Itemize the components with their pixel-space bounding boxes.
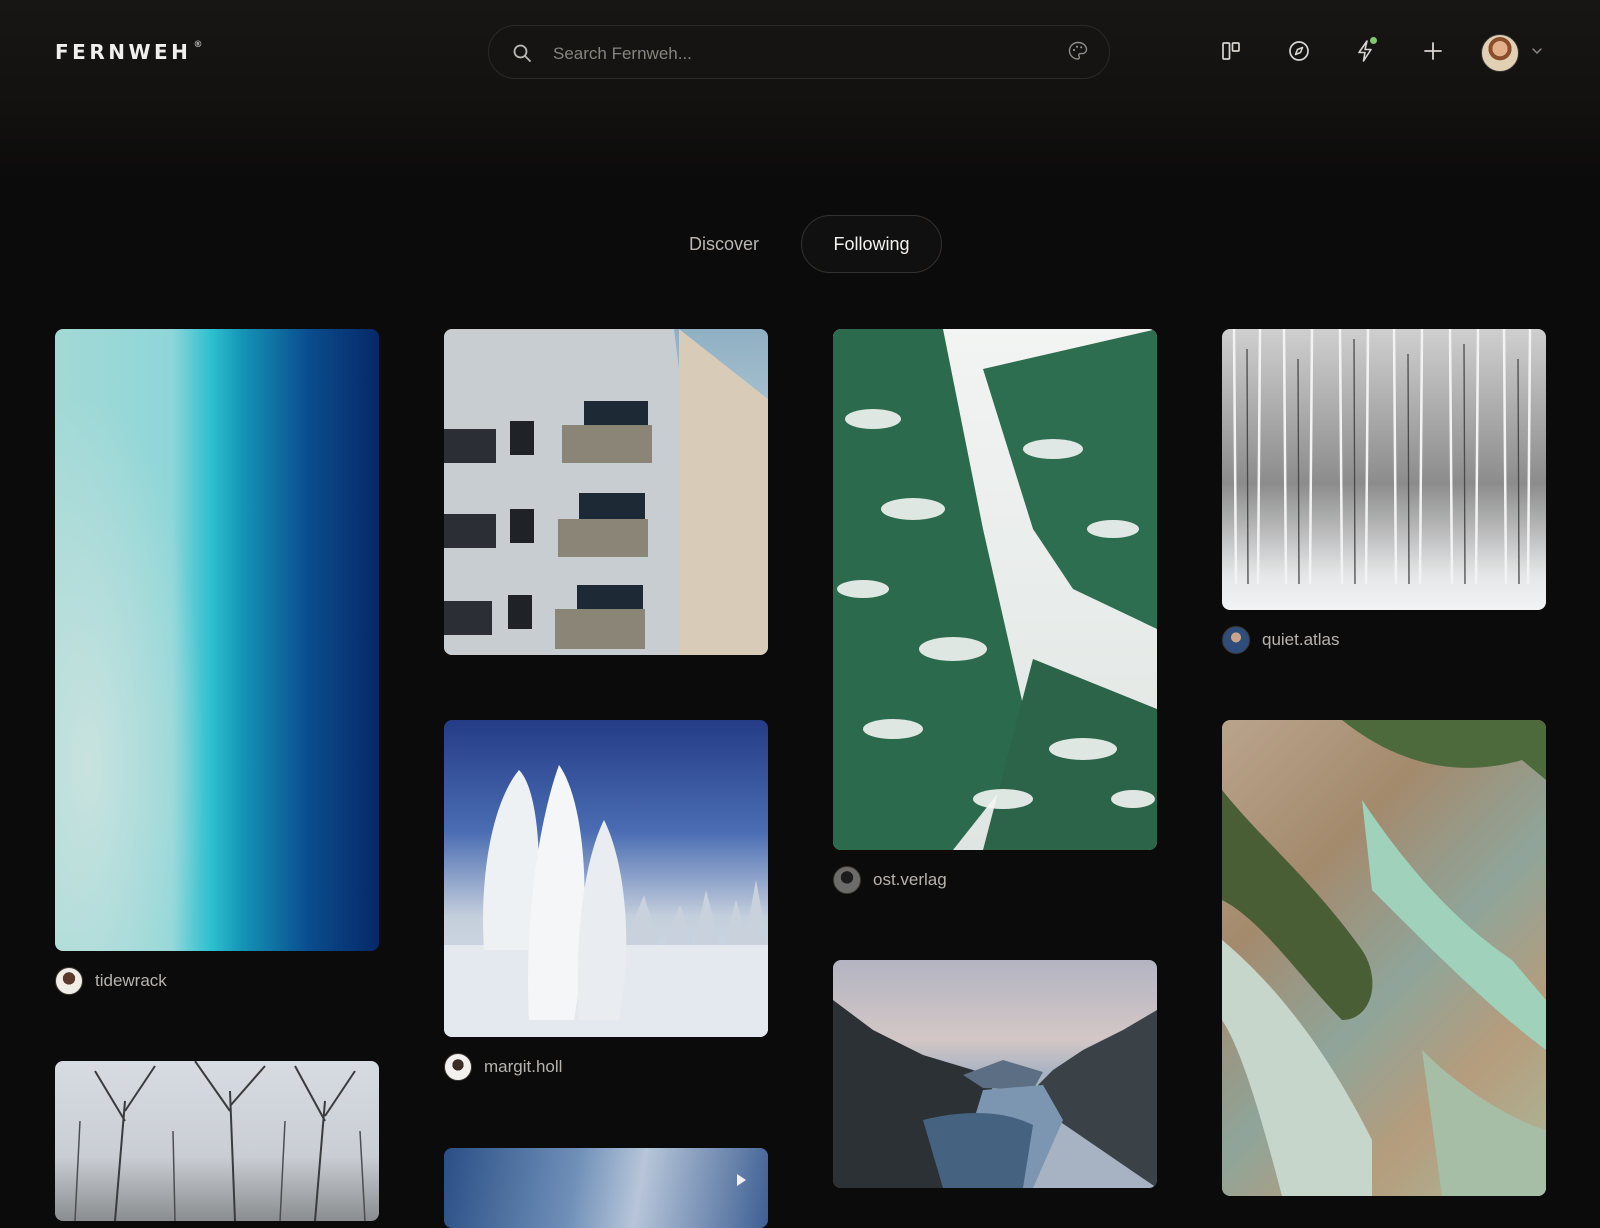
search-bar[interactable]	[488, 25, 1110, 79]
username[interactable]: quiet.atlas	[1262, 630, 1340, 650]
feed-card[interactable]	[444, 329, 768, 655]
user-avatar[interactable]	[444, 1053, 472, 1081]
feed-card[interactable]: ost.verlag	[833, 329, 1157, 899]
username[interactable]: margit.holl	[484, 1057, 562, 1077]
avatar[interactable]	[1481, 34, 1519, 72]
post-image[interactable]	[1222, 329, 1546, 610]
user-avatar[interactable]	[1222, 626, 1250, 654]
play-icon[interactable]	[737, 1174, 746, 1186]
search-input[interactable]	[551, 40, 1035, 68]
post-image[interactable]	[55, 1061, 379, 1221]
post-image[interactable]	[833, 329, 1157, 850]
top-bar: FERNWEH ®	[0, 0, 1600, 180]
post-author[interactable]: margit.holl	[444, 1053, 562, 1081]
logo[interactable]: FERNWEH ®	[55, 40, 202, 64]
tab-discover[interactable]: Discover	[668, 215, 780, 273]
search-icon	[513, 44, 531, 62]
feed-card[interactable]: margit.holl	[444, 720, 768, 1100]
chevron-down-icon[interactable]	[1530, 44, 1544, 58]
feed-tabs: Discover Following	[0, 215, 1600, 273]
post-author[interactable]: tidewrack	[55, 967, 167, 995]
compass-icon[interactable]	[1284, 36, 1314, 66]
username[interactable]: tidewrack	[95, 971, 167, 991]
post-author[interactable]: quiet.atlas	[1222, 626, 1340, 654]
notification-dot	[1370, 37, 1377, 44]
post-image[interactable]	[444, 720, 768, 1037]
feed-card[interactable]: tidewrack	[55, 329, 379, 995]
post-image[interactable]	[55, 329, 379, 951]
post-author[interactable]: ost.verlag	[833, 866, 947, 894]
feed-card[interactable]	[444, 1148, 768, 1228]
feed-card[interactable]: quiet.atlas	[1222, 329, 1546, 659]
feed-card[interactable]	[55, 1061, 379, 1221]
layout-board-icon[interactable]	[1216, 36, 1246, 66]
feed-card[interactable]	[1222, 720, 1546, 1196]
user-avatar[interactable]	[55, 967, 83, 995]
plus-icon[interactable]	[1418, 36, 1448, 66]
post-image[interactable]	[1222, 720, 1546, 1196]
tab-following[interactable]: Following	[801, 215, 942, 273]
post-image[interactable]	[444, 1148, 768, 1228]
palette-icon[interactable]	[1067, 40, 1089, 62]
feed-card[interactable]	[833, 960, 1157, 1188]
user-avatar[interactable]	[833, 866, 861, 894]
post-image[interactable]	[833, 960, 1157, 1188]
username[interactable]: ost.verlag	[873, 870, 947, 890]
post-image[interactable]	[444, 329, 768, 655]
